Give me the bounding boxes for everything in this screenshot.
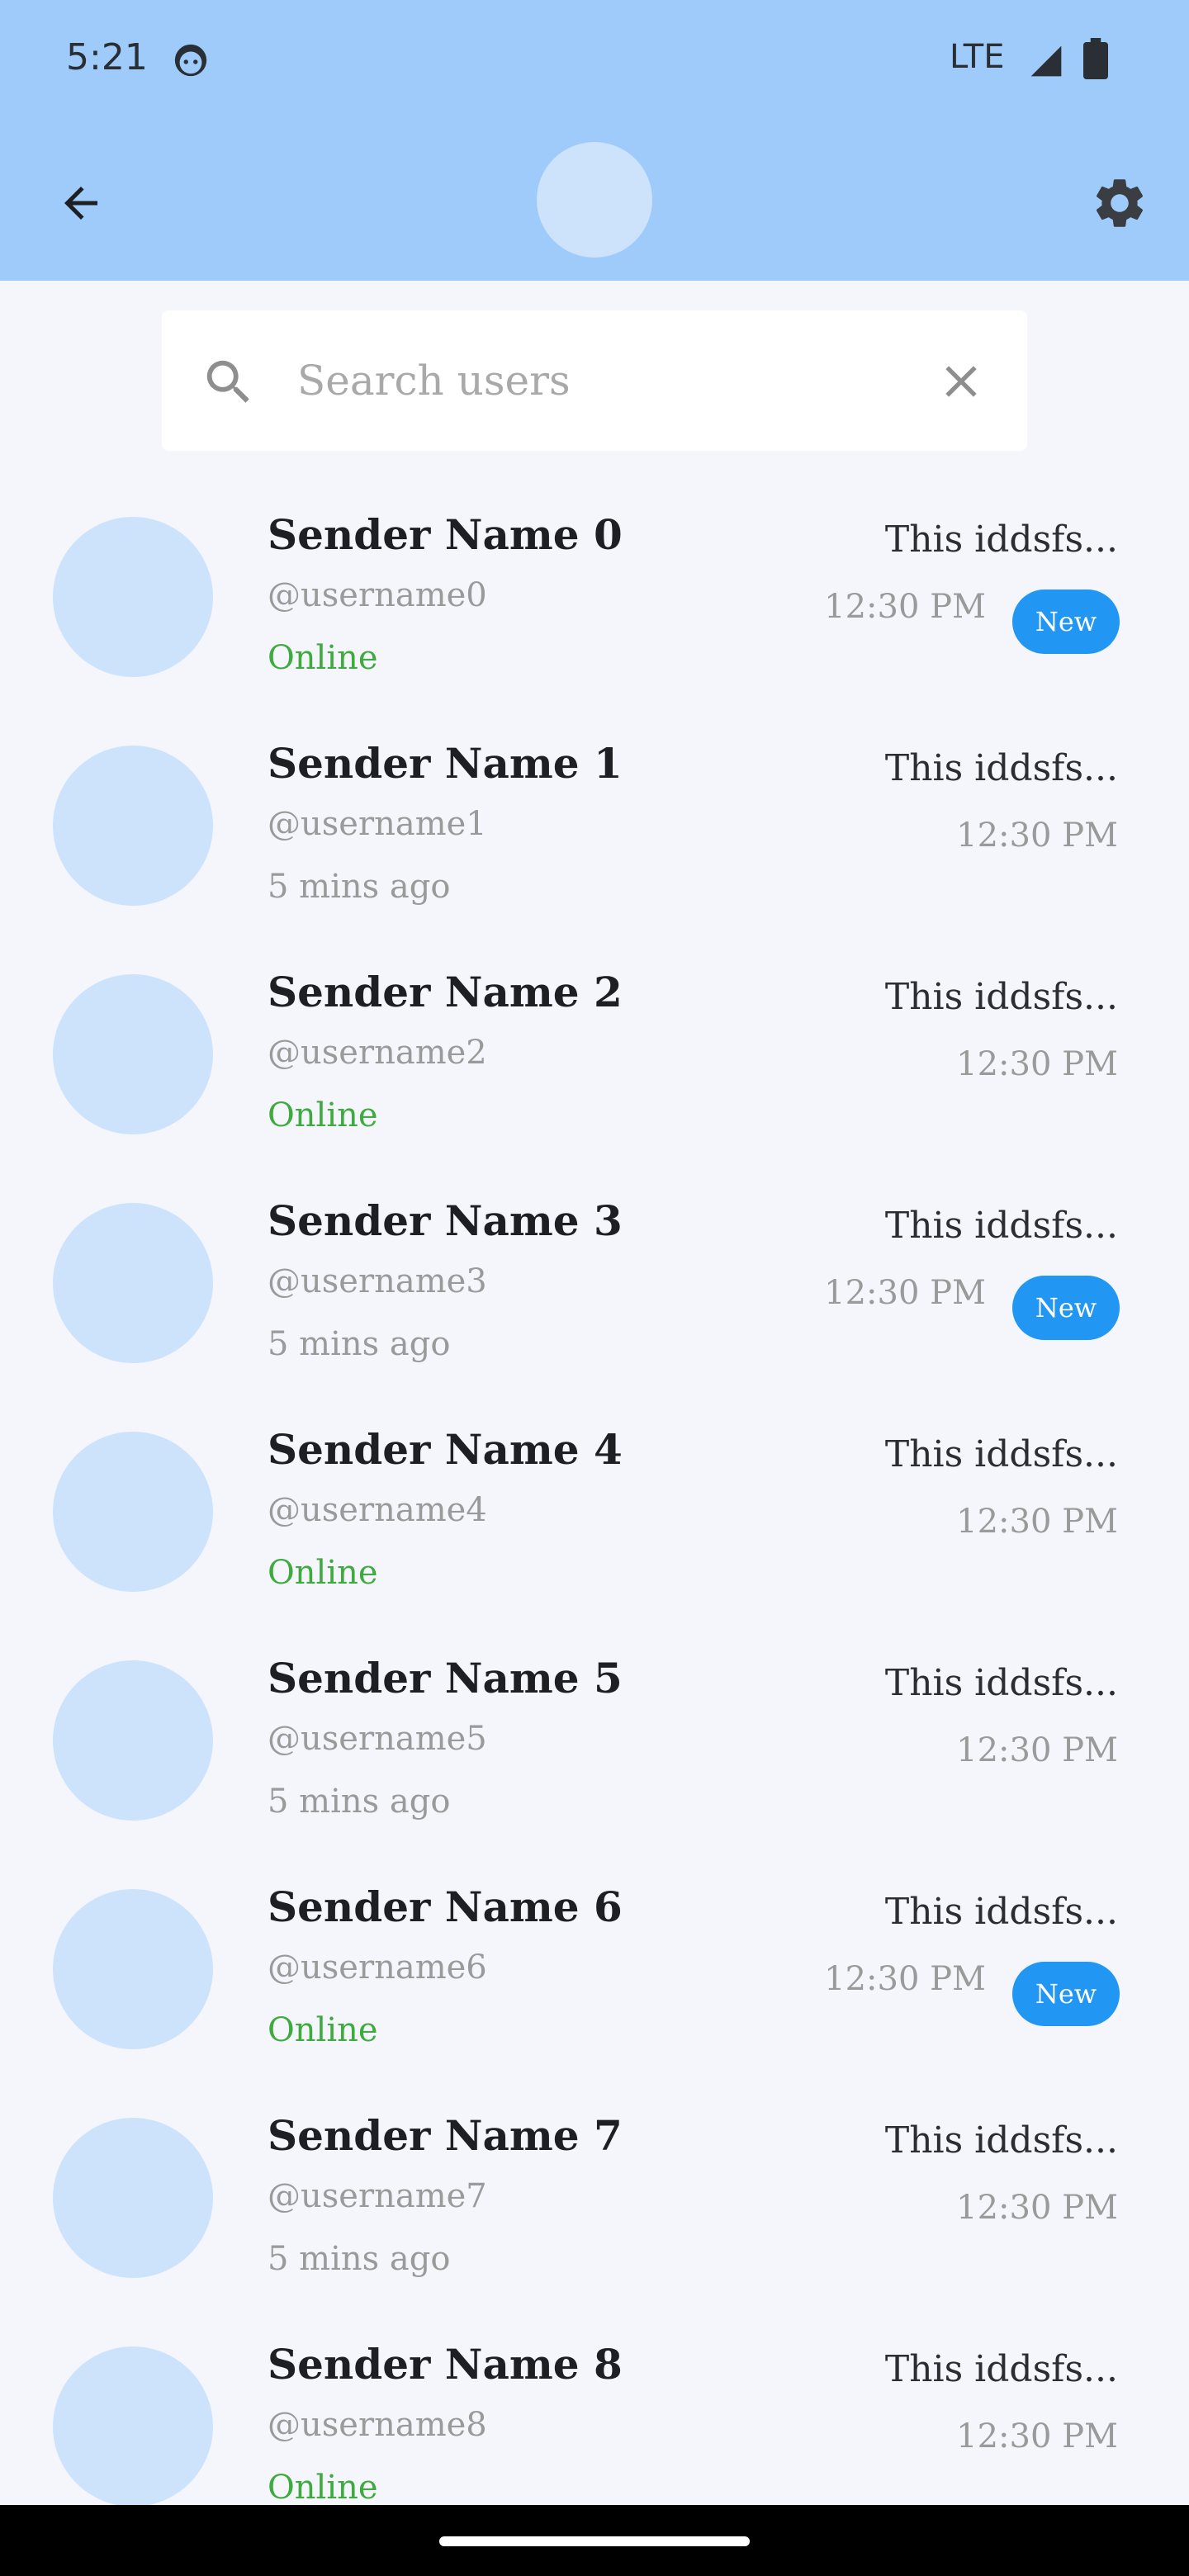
sender-name: Sender Name 7 xyxy=(268,2111,623,2160)
presence-status: Online xyxy=(268,1554,378,1592)
avatar xyxy=(53,2346,213,2507)
username: @username8 xyxy=(268,2406,487,2444)
sender-name: Sender Name 0 xyxy=(268,510,623,559)
clear-search-button[interactable] xyxy=(928,348,994,414)
search-bar xyxy=(162,310,1027,451)
search-input[interactable] xyxy=(297,343,925,418)
navigation-bar xyxy=(0,2505,1189,2576)
network-label: LTE xyxy=(950,38,1005,76)
sender-name: Sender Name 2 xyxy=(268,968,623,1016)
message-preview: This iddsfs... xyxy=(884,519,1118,561)
username: @username6 xyxy=(268,1949,487,1986)
arrow-back-icon xyxy=(64,187,97,220)
message-preview: This iddsfs... xyxy=(884,1662,1118,1704)
username: @username0 xyxy=(268,576,487,614)
close-icon xyxy=(945,366,977,397)
message-time: 12:30 PM xyxy=(824,588,986,626)
status-time: 5:21 xyxy=(66,36,148,78)
new-badge: New xyxy=(1012,590,1120,654)
new-badge: New xyxy=(1012,1962,1120,2026)
presence-status: 5 mins ago xyxy=(268,1325,451,1363)
username: @username1 xyxy=(268,805,487,843)
message-preview: This iddsfs... xyxy=(884,2119,1118,2162)
message-time: 12:30 PM xyxy=(824,1960,986,1998)
back-button[interactable] xyxy=(43,165,119,241)
message-preview: This iddsfs... xyxy=(884,976,1118,1018)
message-time: 12:30 PM xyxy=(956,1731,1118,1769)
message-time: 12:30 PM xyxy=(956,817,1118,855)
sender-name: Sender Name 1 xyxy=(268,739,623,788)
user-list-item[interactable]: Sender Name 3 @username3 5 mins ago This id… xyxy=(0,1168,1189,1397)
sender-name: Sender Name 3 xyxy=(268,1196,623,1245)
user-list-item[interactable]: Sender Name 7 @username7 5 mins ago This id… xyxy=(0,2083,1189,2312)
message-preview: This iddsfs... xyxy=(884,1205,1118,1247)
username: @username4 xyxy=(268,1491,487,1529)
presence-status: Online xyxy=(268,639,378,677)
message-preview: This iddsfs... xyxy=(884,747,1118,789)
presence-status: Online xyxy=(268,1096,378,1134)
avatar xyxy=(53,2118,213,2278)
user-list-item[interactable]: Sender Name 6 @username6 Online This iddsfs… xyxy=(0,1854,1189,2083)
sender-name: Sender Name 4 xyxy=(268,1425,623,1474)
user-list-item[interactable]: Sender Name 1 @username1 5 mins ago This id… xyxy=(0,711,1189,940)
face-icon xyxy=(174,44,207,77)
presence-status: 5 mins ago xyxy=(268,2240,451,2278)
avatar xyxy=(53,1203,213,1363)
battery-icon xyxy=(1083,38,1108,79)
message-preview: This iddsfs... xyxy=(884,2348,1118,2390)
presence-status: 5 mins ago xyxy=(268,868,451,906)
username: @username3 xyxy=(268,1262,487,1300)
presence-status: Online xyxy=(268,2469,378,2507)
sender-name: Sender Name 8 xyxy=(268,2340,623,2389)
message-time: 12:30 PM xyxy=(824,1274,986,1312)
user-list-item[interactable]: Sender Name 0 @username0 Online This iddsfs… xyxy=(0,482,1189,711)
message-time: 12:30 PM xyxy=(956,2189,1118,2227)
message-preview: This iddsfs... xyxy=(884,1891,1118,1933)
settings-button[interactable] xyxy=(1082,165,1158,241)
message-preview: This iddsfs... xyxy=(884,1433,1118,1475)
home-handle[interactable] xyxy=(439,2536,750,2546)
avatar xyxy=(53,517,213,677)
username: @username7 xyxy=(268,2177,487,2215)
user-list-item[interactable]: Sender Name 5 @username5 5 mins ago This id… xyxy=(0,1626,1189,1854)
message-time: 12:30 PM xyxy=(956,1045,1118,1083)
avatar xyxy=(53,746,213,906)
app-bar xyxy=(0,122,1189,281)
gear-icon xyxy=(1096,179,1144,227)
username: @username5 xyxy=(268,1720,487,1758)
message-time: 12:30 PM xyxy=(956,1503,1118,1541)
header-avatar[interactable] xyxy=(537,142,652,258)
user-list: Sender Name 0 @username0 Online This iddsfs… xyxy=(0,482,1189,2540)
avatar xyxy=(53,974,213,1134)
sender-name: Sender Name 5 xyxy=(268,1654,623,1702)
signal-icon xyxy=(1030,45,1062,77)
presence-status: 5 mins ago xyxy=(268,1783,451,1821)
presence-status: Online xyxy=(268,2011,378,2049)
user-list-item[interactable]: Sender Name 4 @username4 Online This iddsfs… xyxy=(0,1397,1189,1626)
new-badge: New xyxy=(1012,1276,1120,1340)
sender-name: Sender Name 6 xyxy=(268,1882,623,1931)
avatar xyxy=(53,1660,213,1821)
avatar xyxy=(53,1432,213,1592)
username: @username2 xyxy=(268,1034,487,1072)
message-time: 12:30 PM xyxy=(956,2417,1118,2455)
user-list-item[interactable]: Sender Name 2 @username2 Online This iddsfs… xyxy=(0,940,1189,1168)
avatar xyxy=(53,1889,213,2049)
status-bar: 5:21 LTE xyxy=(0,0,1189,122)
search-icon xyxy=(206,360,249,403)
